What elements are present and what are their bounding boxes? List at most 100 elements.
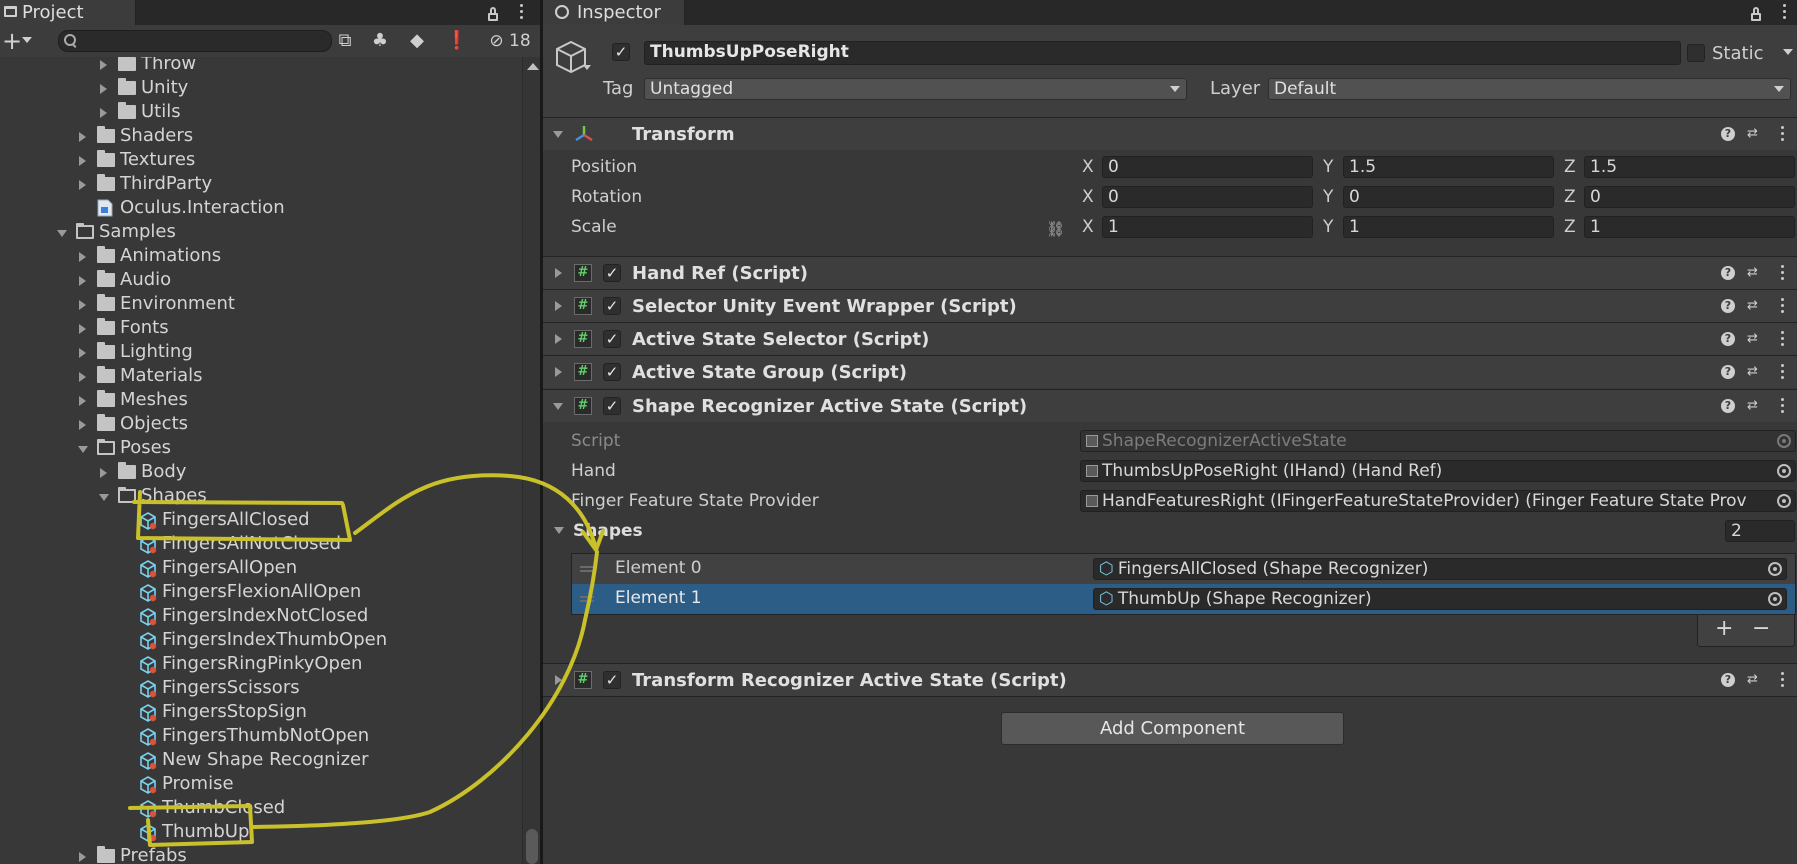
element-1-field[interactable]: ⬡ ThumbUp (Shape Recognizer) xyxy=(1093,588,1787,610)
presets-icon[interactable]: ⇄ xyxy=(1747,365,1762,378)
inspector-lock-icon[interactable] xyxy=(1751,7,1761,21)
tree-item[interactable]: Meshes xyxy=(0,388,522,412)
foldout-arrow-icon[interactable] xyxy=(555,675,562,685)
tree-item[interactable]: Body xyxy=(0,460,522,484)
collapsed-arrow-icon[interactable] xyxy=(100,84,107,94)
rotation-x-field[interactable]: 0 xyxy=(1102,186,1313,208)
expanded-arrow-icon[interactable] xyxy=(57,230,67,237)
filter-by-type-icon[interactable]: ♣ xyxy=(365,28,395,54)
scroll-thumb[interactable] xyxy=(526,829,538,864)
tree-item[interactable]: FingersThumbNotOpen xyxy=(0,724,522,748)
rotation-y-field[interactable]: 0 xyxy=(1343,186,1554,208)
collapsed-arrow-icon[interactable] xyxy=(79,252,86,262)
presets-icon[interactable]: ⇄ xyxy=(1747,127,1762,140)
help-icon[interactable]: ? xyxy=(1721,399,1735,413)
create-plus-icon[interactable]: + xyxy=(2,27,22,55)
collapsed-arrow-icon[interactable] xyxy=(100,468,107,478)
tree-item[interactable]: FingersScissors xyxy=(0,676,522,700)
element-0-field[interactable]: ⬡ FingersAllClosed (Shape Recognizer) xyxy=(1093,558,1787,580)
list-item[interactable]: Element 0 ⬡ FingersAllClosed (Shape Recog… xyxy=(572,554,1795,584)
collapsed-arrow-icon[interactable] xyxy=(79,372,86,382)
filter-by-label-icon[interactable]: ◆ xyxy=(402,28,432,54)
component-more-icon[interactable] xyxy=(1781,265,1785,283)
tree-item[interactable]: Audio xyxy=(0,268,522,292)
list-item[interactable]: Element 1 ⬡ ThumbUp (Shape Recognizer) xyxy=(572,584,1795,614)
foldout-arrow-icon[interactable] xyxy=(555,268,562,278)
presets-icon[interactable]: ⇄ xyxy=(1747,673,1762,686)
tree-item[interactable]: Utils xyxy=(0,100,522,124)
inspector-more-icon[interactable] xyxy=(1783,4,1787,22)
help-icon[interactable]: ? xyxy=(1721,365,1735,379)
collapsed-arrow-icon[interactable] xyxy=(100,60,107,70)
component-enabled-checkbox[interactable]: ✓ xyxy=(603,397,621,415)
rotation-z-field[interactable]: 0 xyxy=(1584,186,1795,208)
provider-field[interactable]: HandFeaturesRight (IFingerFeatureStatePr… xyxy=(1080,490,1796,512)
icon-dropdown-icon[interactable] xyxy=(583,65,591,70)
drag-handle-icon[interactable] xyxy=(580,596,594,602)
tree-item[interactable]: Materials xyxy=(0,364,522,388)
tree-item[interactable]: FingersRingPinkyOpen xyxy=(0,652,522,676)
component-more-icon[interactable] xyxy=(1781,672,1785,690)
presets-icon[interactable]: ⇄ xyxy=(1747,399,1762,412)
position-y-field[interactable]: 1.5 xyxy=(1343,156,1554,178)
tree-item[interactable]: Animations xyxy=(0,244,522,268)
tree-item[interactable]: ThirdParty xyxy=(0,172,522,196)
scale-z-field[interactable]: 1 xyxy=(1584,216,1795,238)
object-picker-icon[interactable] xyxy=(1777,494,1791,508)
add-component-button[interactable]: Add Component xyxy=(1001,712,1344,745)
hand-field[interactable]: ThumbsUpPoseRight (IHand) (Hand Ref) xyxy=(1080,460,1796,482)
presets-icon[interactable]: ⇄ xyxy=(1747,332,1762,345)
component-more-icon[interactable] xyxy=(1781,398,1785,416)
tree-item[interactable]: Samples xyxy=(0,220,522,244)
tree-item[interactable]: Shapes xyxy=(0,484,522,508)
tree-item[interactable]: Throw xyxy=(0,57,522,76)
warning-filter-icon[interactable]: ❗ xyxy=(442,28,472,54)
object-name-field[interactable]: ThumbsUpPoseRight xyxy=(644,41,1681,65)
tree-item[interactable]: FingersIndexNotClosed xyxy=(0,604,522,628)
shapes-label[interactable]: Shapes xyxy=(573,521,643,541)
remove-element-button[interactable]: − xyxy=(1752,616,1770,641)
component-enabled-checkbox[interactable]: ✓ xyxy=(603,264,621,282)
constrain-proportions-icon[interactable]: ⛓ xyxy=(1046,220,1065,238)
collapsed-arrow-icon[interactable] xyxy=(79,132,86,142)
component-enabled-checkbox[interactable]: ✓ xyxy=(603,297,621,315)
lock-icon[interactable] xyxy=(488,7,498,21)
position-z-field[interactable]: 1.5 xyxy=(1584,156,1795,178)
collapsed-arrow-icon[interactable] xyxy=(79,852,86,862)
transform-component-header[interactable]: Transform ? ⇄ xyxy=(543,117,1797,150)
presets-icon[interactable]: ⇄ xyxy=(1747,266,1762,279)
tree-item[interactable]: Fonts xyxy=(0,316,522,340)
component-header-hand-ref[interactable]: # ✓ Hand Ref (Script) ? ⇄ xyxy=(543,256,1797,289)
search-by-type-icon[interactable]: ⧉ xyxy=(330,28,360,54)
collapsed-arrow-icon[interactable] xyxy=(79,276,86,286)
project-scrollbar[interactable] xyxy=(522,57,541,864)
collapsed-arrow-icon[interactable] xyxy=(79,180,86,190)
component-enabled-checkbox[interactable]: ✓ xyxy=(603,671,621,689)
collapsed-arrow-icon[interactable] xyxy=(79,324,86,334)
tag-dropdown[interactable]: Untagged xyxy=(644,78,1187,100)
help-icon[interactable]: ? xyxy=(1721,266,1735,280)
help-icon[interactable]: ? xyxy=(1721,127,1735,141)
component-more-icon[interactable] xyxy=(1781,126,1785,144)
tree-item[interactable]: Objects xyxy=(0,412,522,436)
component-more-icon[interactable] xyxy=(1781,364,1785,382)
foldout-arrow-icon[interactable] xyxy=(555,367,562,377)
tree-item[interactable]: FingersAllNotClosed xyxy=(0,532,522,556)
drag-handle-icon[interactable] xyxy=(580,566,594,572)
collapsed-arrow-icon[interactable] xyxy=(100,108,107,118)
help-icon[interactable]: ? xyxy=(1721,673,1735,687)
active-checkbox[interactable]: ✓ xyxy=(612,43,630,61)
collapsed-arrow-icon[interactable] xyxy=(79,348,86,358)
inspector-tab[interactable]: Inspector xyxy=(543,0,685,25)
tree-item[interactable]: FingersStopSign xyxy=(0,700,522,724)
tree-item[interactable]: Promise xyxy=(0,772,522,796)
tree-item[interactable]: FingersAllOpen xyxy=(0,556,522,580)
create-dropdown-icon[interactable] xyxy=(22,37,32,43)
static-checkbox[interactable] xyxy=(1687,44,1705,62)
scroll-up-icon[interactable] xyxy=(527,63,539,70)
scale-y-field[interactable]: 1 xyxy=(1343,216,1554,238)
tree-item[interactable]: Lighting xyxy=(0,340,522,364)
component-header-selector-wrapper[interactable]: # ✓ Selector Unity Event Wrapper (Script… xyxy=(543,289,1797,322)
shapes-size-field[interactable]: 2 xyxy=(1725,520,1795,542)
project-tab[interactable]: Project xyxy=(0,0,136,25)
